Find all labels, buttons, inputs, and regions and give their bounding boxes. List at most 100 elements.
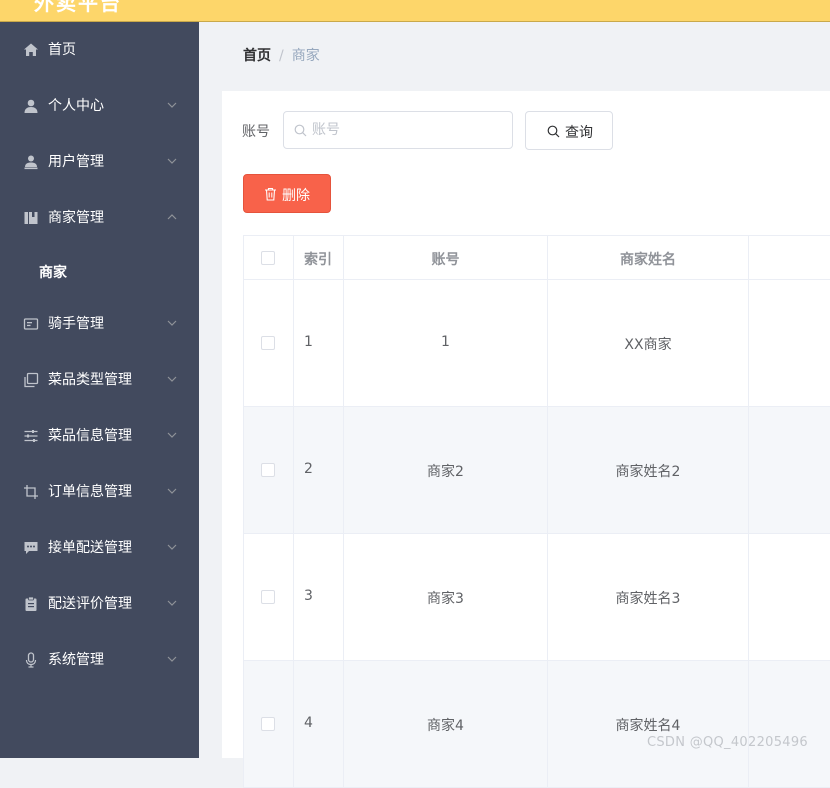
row-name: 商家姓名4 [615, 718, 681, 734]
breadcrumb-separator: / [279, 48, 284, 64]
chevron-down-icon [167, 656, 177, 662]
sidebar-item-dish-info[interactable]: 菜品信息管理 [0, 408, 199, 464]
sidebar-item-label: 菜品信息管理 [48, 428, 132, 444]
query-button[interactable]: 查询 [525, 111, 613, 150]
search-label: 账号 [242, 124, 270, 140]
header-checkbox-cell [244, 236, 294, 279]
top-bar: 外卖平台 [0, 0, 830, 22]
app-title: 外卖平台 [34, 0, 122, 15]
extra-cell [749, 661, 830, 787]
chevron-down-icon [167, 376, 177, 382]
row-index: 4 [304, 715, 313, 731]
sidebar: 首页 个人中心 用户管理 商家管理 商家 骑手管理 菜品类型管理 菜品信息管理 … [0, 22, 199, 758]
account-cell: 商家2 [344, 407, 548, 533]
sidebar-item-system[interactable]: 系统管理 [0, 632, 199, 688]
sidebar-item-users[interactable]: 用户管理 [0, 134, 199, 190]
table-row[interactable]: 4 商家4 商家姓名4 [244, 661, 830, 788]
search-field[interactable] [283, 111, 513, 149]
name-cell: XX商家 [548, 280, 749, 406]
home-icon [24, 43, 38, 56]
header-account-cell: 账号 [344, 236, 548, 279]
row-account: 商家4 [427, 718, 464, 734]
shop-icon [24, 212, 38, 224]
account-cell: 商家3 [344, 534, 548, 660]
sidebar-item-label: 用户管理 [48, 154, 104, 170]
sidebar-item-orders[interactable]: 订单信息管理 [0, 464, 199, 520]
index-cell: 4 [294, 661, 344, 787]
sidebar-item-label: 菜品类型管理 [48, 372, 132, 388]
sidebar-item-delivery[interactable]: 接单配送管理 [0, 520, 199, 576]
sidebar-item-riders[interactable]: 骑手管理 [0, 296, 199, 352]
sidebar-item-merchants[interactable]: 商家管理 [0, 190, 199, 246]
row-index: 2 [304, 461, 313, 477]
header-extra-cell [749, 236, 830, 279]
row-name: 商家姓名2 [615, 464, 681, 480]
chat-icon [24, 542, 38, 554]
column-header-index: 索引 [304, 252, 332, 268]
sidebar-subitem-label: 商家 [39, 265, 67, 281]
row-name: 商家姓名3 [615, 591, 681, 607]
account-cell: 商家4 [344, 661, 548, 787]
table-row[interactable]: 2 商家2 商家姓名2 [244, 407, 830, 534]
search-icon [547, 125, 560, 138]
sidebar-item-reviews[interactable]: 配送评价管理 [0, 576, 199, 632]
search-icon [294, 124, 307, 137]
sidebar-item-home[interactable]: 首页 [0, 22, 199, 78]
row-checkbox[interactable] [261, 336, 275, 350]
user-manage-icon [24, 155, 38, 170]
sidebar-item-label: 商家管理 [48, 210, 104, 226]
delete-button[interactable]: 删除 [243, 174, 331, 213]
select-all-checkbox[interactable] [261, 251, 275, 265]
column-header-name: 商家姓名 [620, 252, 676, 268]
delete-button-label: 删除 [282, 188, 310, 204]
row-index: 1 [304, 334, 313, 350]
sidebar-item-label: 骑手管理 [48, 316, 104, 332]
checkbox-cell [244, 661, 294, 787]
chevron-down-icon [167, 102, 177, 108]
checkbox-cell [244, 280, 294, 406]
chevron-down-icon [167, 432, 177, 438]
chevron-down-icon [167, 488, 177, 494]
row-checkbox[interactable] [261, 590, 275, 604]
breadcrumb: 首页 / 商家 [243, 46, 320, 66]
merchant-table: 索引 账号 商家姓名 1 1 XX商家 2 商家2 商家姓名2 3 商家3 商家… [243, 235, 830, 788]
row-name: XX商家 [624, 337, 672, 353]
content-panel: 账号 查询 删除 索引 账号 商家姓名 1 1 XX商 [222, 91, 830, 788]
chevron-up-icon [167, 214, 177, 220]
sidebar-item-label: 配送评价管理 [48, 596, 132, 612]
sidebar-subitem-merchant[interactable]: 商家 [0, 246, 199, 296]
chevron-down-icon [167, 158, 177, 164]
sidebar-item-label: 个人中心 [48, 98, 104, 114]
clipboard-icon [25, 596, 37, 611]
sidebar-item-label: 首页 [48, 42, 76, 58]
user-icon [24, 99, 38, 113]
row-account: 商家3 [427, 591, 464, 607]
chevron-down-icon [167, 600, 177, 606]
table-row[interactable]: 1 1 XX商家 [244, 280, 830, 407]
name-cell: 商家姓名4 [548, 661, 749, 787]
search-input[interactable] [312, 121, 502, 139]
breadcrumb-home[interactable]: 首页 [243, 48, 271, 64]
extra-cell [749, 407, 830, 533]
sidebar-item-label: 接单配送管理 [48, 540, 132, 556]
chevron-down-icon [167, 320, 177, 326]
row-checkbox[interactable] [261, 717, 275, 731]
table-row[interactable]: 3 商家3 商家姓名3 [244, 534, 830, 661]
row-checkbox[interactable] [261, 463, 275, 477]
extra-cell [749, 534, 830, 660]
name-cell: 商家姓名2 [548, 407, 749, 533]
name-cell: 商家姓名3 [548, 534, 749, 660]
row-account: 1 [441, 334, 450, 350]
account-cell: 1 [344, 280, 548, 406]
sliders-icon [24, 430, 38, 442]
copy-icon [24, 372, 39, 388]
header-name-cell: 商家姓名 [548, 236, 749, 279]
watermark: CSDN @QQ_402205496 [647, 735, 808, 750]
microphone-icon [25, 652, 37, 668]
breadcrumb-current: 商家 [291, 48, 320, 64]
table-header-row: 索引 账号 商家姓名 [244, 236, 830, 280]
sidebar-item-dish-types[interactable]: 菜品类型管理 [0, 352, 199, 408]
sidebar-item-profile[interactable]: 个人中心 [0, 78, 199, 134]
chevron-down-icon [167, 544, 177, 550]
trash-icon [265, 187, 276, 201]
